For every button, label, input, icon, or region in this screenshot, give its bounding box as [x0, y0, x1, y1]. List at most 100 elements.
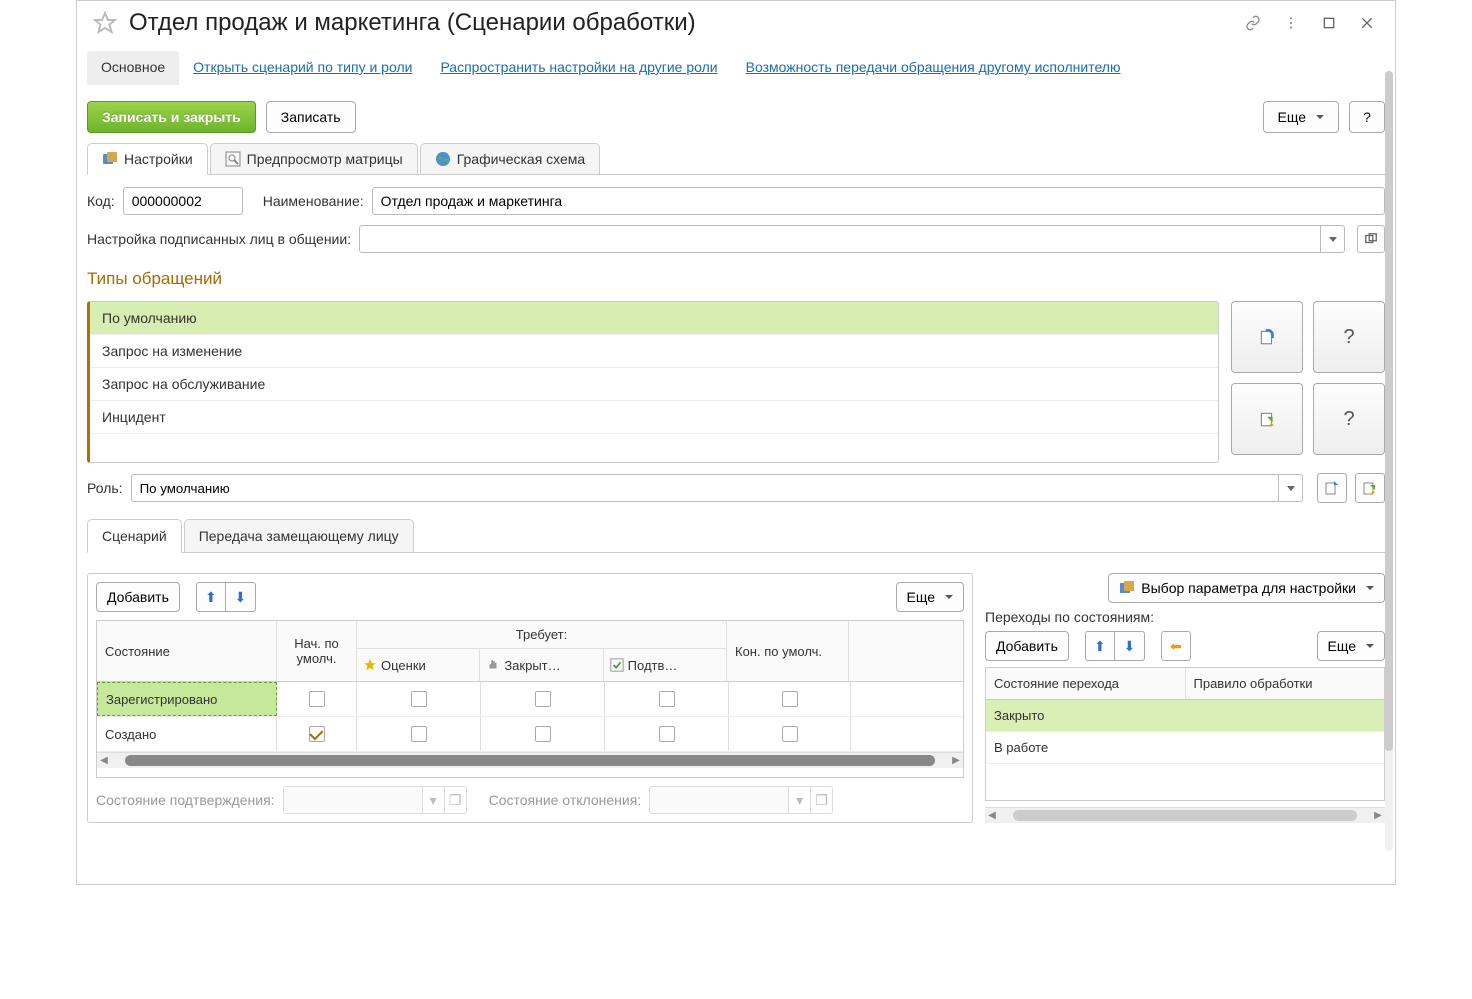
subtab-transfer[interactable]: Передача замещающему лицу — [184, 519, 414, 552]
save-close-button[interactable]: Записать и закрыть — [87, 101, 256, 133]
role-label: Роль: — [87, 480, 123, 496]
col-state[interactable]: Состояние — [97, 621, 277, 681]
preview-tab-icon — [225, 151, 241, 167]
signed-label: Настройка подписанных лиц в общении: — [87, 231, 351, 247]
type-item-default[interactable]: По умолчанию — [90, 302, 1218, 335]
horizontal-scrollbar[interactable]: ◀▶ — [97, 752, 963, 768]
role-copy-blue-button[interactable] — [1317, 473, 1347, 503]
nav-open-by-type[interactable]: Открыть сценарий по типу и роли — [179, 51, 426, 85]
type-item-incident[interactable]: Инцидент — [90, 401, 1218, 434]
nav-transfer[interactable]: Возможность передачи обращения другому и… — [732, 51, 1135, 85]
more-button[interactable]: Еще — [1263, 101, 1340, 133]
checkbox[interactable] — [411, 726, 427, 742]
code-label: Код: — [87, 193, 115, 209]
checkbox[interactable] — [309, 726, 325, 742]
subtab-scenario[interactable]: Сценарий — [87, 519, 182, 553]
copy-green-icon — [1258, 410, 1276, 428]
code-input[interactable] — [123, 187, 243, 215]
window-title: Отдел продаж и маркетинга (Сценарии обра… — [129, 9, 1229, 37]
vertical-scrollbar[interactable] — [1385, 71, 1393, 851]
nav-main[interactable]: Основное — [87, 51, 179, 85]
checkbox[interactable] — [782, 691, 798, 707]
help-button[interactable]: ? — [1349, 101, 1385, 133]
globe-tab-icon — [435, 151, 451, 167]
scenario-more-button[interactable]: Еще — [896, 582, 965, 612]
role-dropdown-icon[interactable] — [1279, 474, 1303, 502]
confirm-state-combo[interactable]: ▾❐ — [283, 786, 467, 814]
types-copy-green-button[interactable] — [1231, 383, 1303, 455]
star-icon — [363, 658, 377, 672]
table-row[interactable]: В работе — [986, 732, 1384, 764]
tab-graphic-label: Графическая схема — [457, 151, 586, 167]
copy-blue-icon — [1258, 328, 1276, 346]
tab-preview[interactable]: Предпросмотр матрицы — [210, 143, 418, 174]
hand-icon — [486, 658, 500, 672]
scenario-move-up[interactable]: ⬆ — [196, 582, 226, 612]
col-end[interactable]: Кон. по умолч. — [727, 621, 849, 681]
types-help-2[interactable]: ? — [1313, 383, 1385, 455]
reject-state-label: Состояние отклонения: — [489, 792, 642, 808]
transitions-more-button[interactable]: Еще — [1317, 631, 1386, 661]
copy-green-icon — [1362, 480, 1378, 496]
tab-settings-label: Настройки — [124, 151, 193, 167]
table-row[interactable]: Зарегистрировано — [97, 682, 963, 717]
check-icon — [610, 658, 624, 672]
transitions-back[interactable]: ⬅ — [1161, 631, 1191, 661]
checkbox[interactable] — [782, 726, 798, 742]
checkbox[interactable] — [535, 691, 551, 707]
table-row[interactable]: Создано — [97, 717, 963, 752]
signed-input[interactable] — [359, 225, 1321, 253]
transitions-move-up[interactable]: ⬆ — [1085, 631, 1115, 661]
name-input[interactable] — [372, 187, 1385, 215]
param-select-button[interactable]: Выбор параметра для настройки — [1108, 573, 1385, 603]
subcol-confirm[interactable]: Подтв… — [604, 649, 726, 681]
transitions-add-button[interactable]: Добавить — [985, 631, 1069, 661]
subcol-closing[interactable]: Закрыт… — [480, 649, 603, 681]
transitions-title: Переходы по состояниям: — [985, 609, 1385, 625]
link-icon[interactable] — [1239, 9, 1267, 37]
role-input[interactable] — [131, 474, 1279, 502]
param-icon — [1119, 580, 1135, 596]
checkbox[interactable] — [659, 691, 675, 707]
close-icon[interactable] — [1353, 9, 1381, 37]
types-section-title: Типы обращений — [87, 269, 1385, 289]
type-item-change-request[interactable]: Запрос на изменение — [90, 335, 1218, 368]
maximize-icon[interactable] — [1315, 9, 1343, 37]
favorite-star-icon[interactable] — [91, 9, 119, 37]
tab-graphic[interactable]: Графическая схема — [420, 143, 601, 174]
types-help-1[interactable]: ? — [1313, 301, 1385, 373]
transitions-move-down[interactable]: ⬇ — [1115, 631, 1145, 661]
checkbox[interactable] — [309, 691, 325, 707]
name-label: Наименование: — [263, 193, 364, 209]
tcol-state[interactable]: Состояние перехода — [986, 668, 1186, 699]
type-item-service-request[interactable]: Запрос на обслуживание — [90, 368, 1218, 401]
types-copy-button[interactable] — [1231, 301, 1303, 373]
nav-spread-settings[interactable]: Распространить настройки на другие роли — [426, 51, 731, 85]
save-button[interactable]: Записать — [266, 101, 356, 133]
signed-dropdown-icon[interactable] — [1321, 225, 1345, 253]
type-item-blank — [90, 434, 1218, 462]
tcol-rule[interactable]: Правило обработки — [1186, 668, 1385, 699]
transitions-grid[interactable]: Состояние перехода Правило обработки Зак… — [985, 667, 1385, 801]
copy-blue-icon — [1324, 480, 1340, 496]
confirm-state-label: Состояние подтверждения: — [96, 792, 275, 808]
scenario-grid[interactable]: Состояние Нач. по умолч. Требует: Оценки — [96, 620, 964, 778]
reject-state-combo[interactable]: ▾❐ — [649, 786, 833, 814]
tab-preview-label: Предпросмотр матрицы — [247, 151, 403, 167]
types-list[interactable]: По умолчанию Запрос на изменение Запрос … — [87, 301, 1219, 463]
settings-tab-icon — [102, 151, 118, 167]
right-horizontal-scrollbar[interactable]: ◀▶ — [985, 807, 1385, 823]
table-row[interactable]: Закрыто — [986, 700, 1384, 732]
role-copy-green-button[interactable] — [1355, 473, 1385, 503]
checkbox[interactable] — [659, 726, 675, 742]
scenario-add-button[interactable]: Добавить — [96, 582, 180, 612]
col-requires: Требует: — [357, 621, 726, 649]
checkbox[interactable] — [535, 726, 551, 742]
signed-open-icon[interactable] — [1357, 225, 1385, 253]
col-start[interactable]: Нач. по умолч. — [277, 621, 357, 681]
tab-settings[interactable]: Настройки — [87, 143, 208, 175]
subcol-rating[interactable]: Оценки — [357, 649, 480, 681]
kebab-menu-icon[interactable] — [1277, 9, 1305, 37]
checkbox[interactable] — [411, 691, 427, 707]
scenario-move-down[interactable]: ⬇ — [226, 582, 256, 612]
